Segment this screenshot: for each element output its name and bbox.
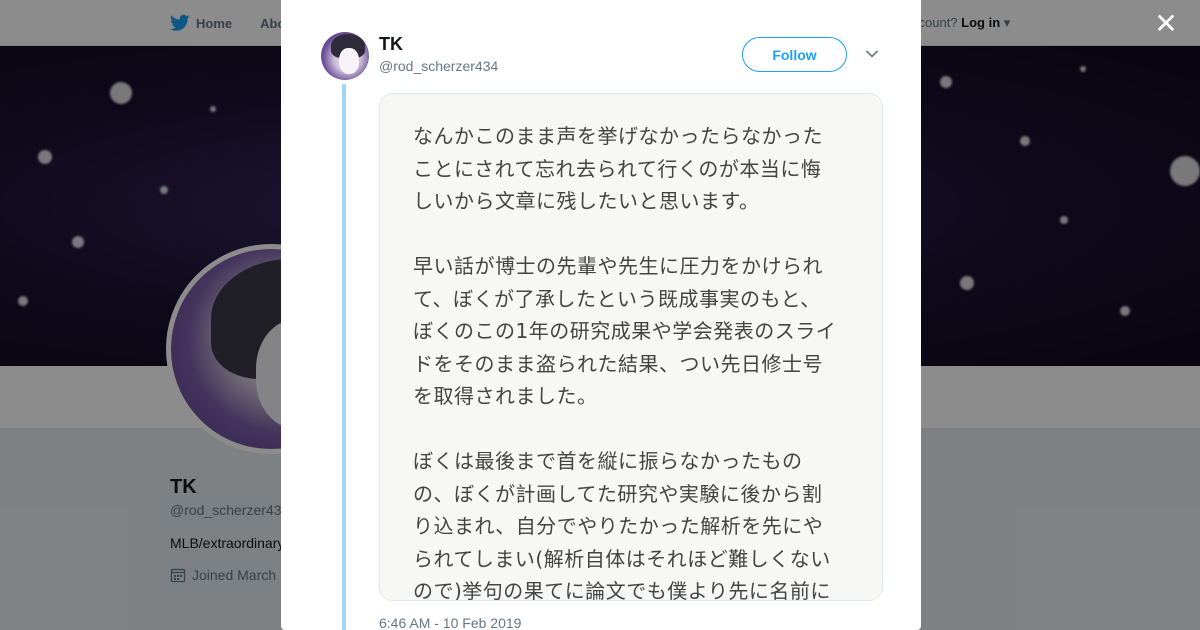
tweet-image-text: なんかこのまま声を挙げなかったらなかった ことにされて忘れ去られて行くのが本当に… bbox=[413, 124, 837, 601]
follow-button[interactable]: Follow bbox=[742, 37, 847, 72]
tweet-modal: TK @rod_scherzer434 Follow なんかこのまま声を挙げなか… bbox=[281, 0, 921, 630]
chevron-down-icon[interactable] bbox=[864, 46, 880, 62]
tweet-image[interactable]: なんかこのまま声を挙げなかったらなかった ことにされて忘れ去られて行くのが本当に… bbox=[379, 93, 883, 601]
tweet-author-handle[interactable]: @rod_scherzer434 bbox=[379, 58, 498, 74]
thread-line bbox=[342, 84, 346, 630]
avatar-face bbox=[339, 48, 359, 74]
close-icon[interactable]: ✕ bbox=[1154, 10, 1178, 38]
tweet-timestamp[interactable]: 6:46 AM - 10 Feb 2019 bbox=[379, 615, 521, 630]
tweet-author-name[interactable]: TK bbox=[379, 34, 403, 55]
tweet-author-avatar[interactable] bbox=[321, 32, 369, 80]
